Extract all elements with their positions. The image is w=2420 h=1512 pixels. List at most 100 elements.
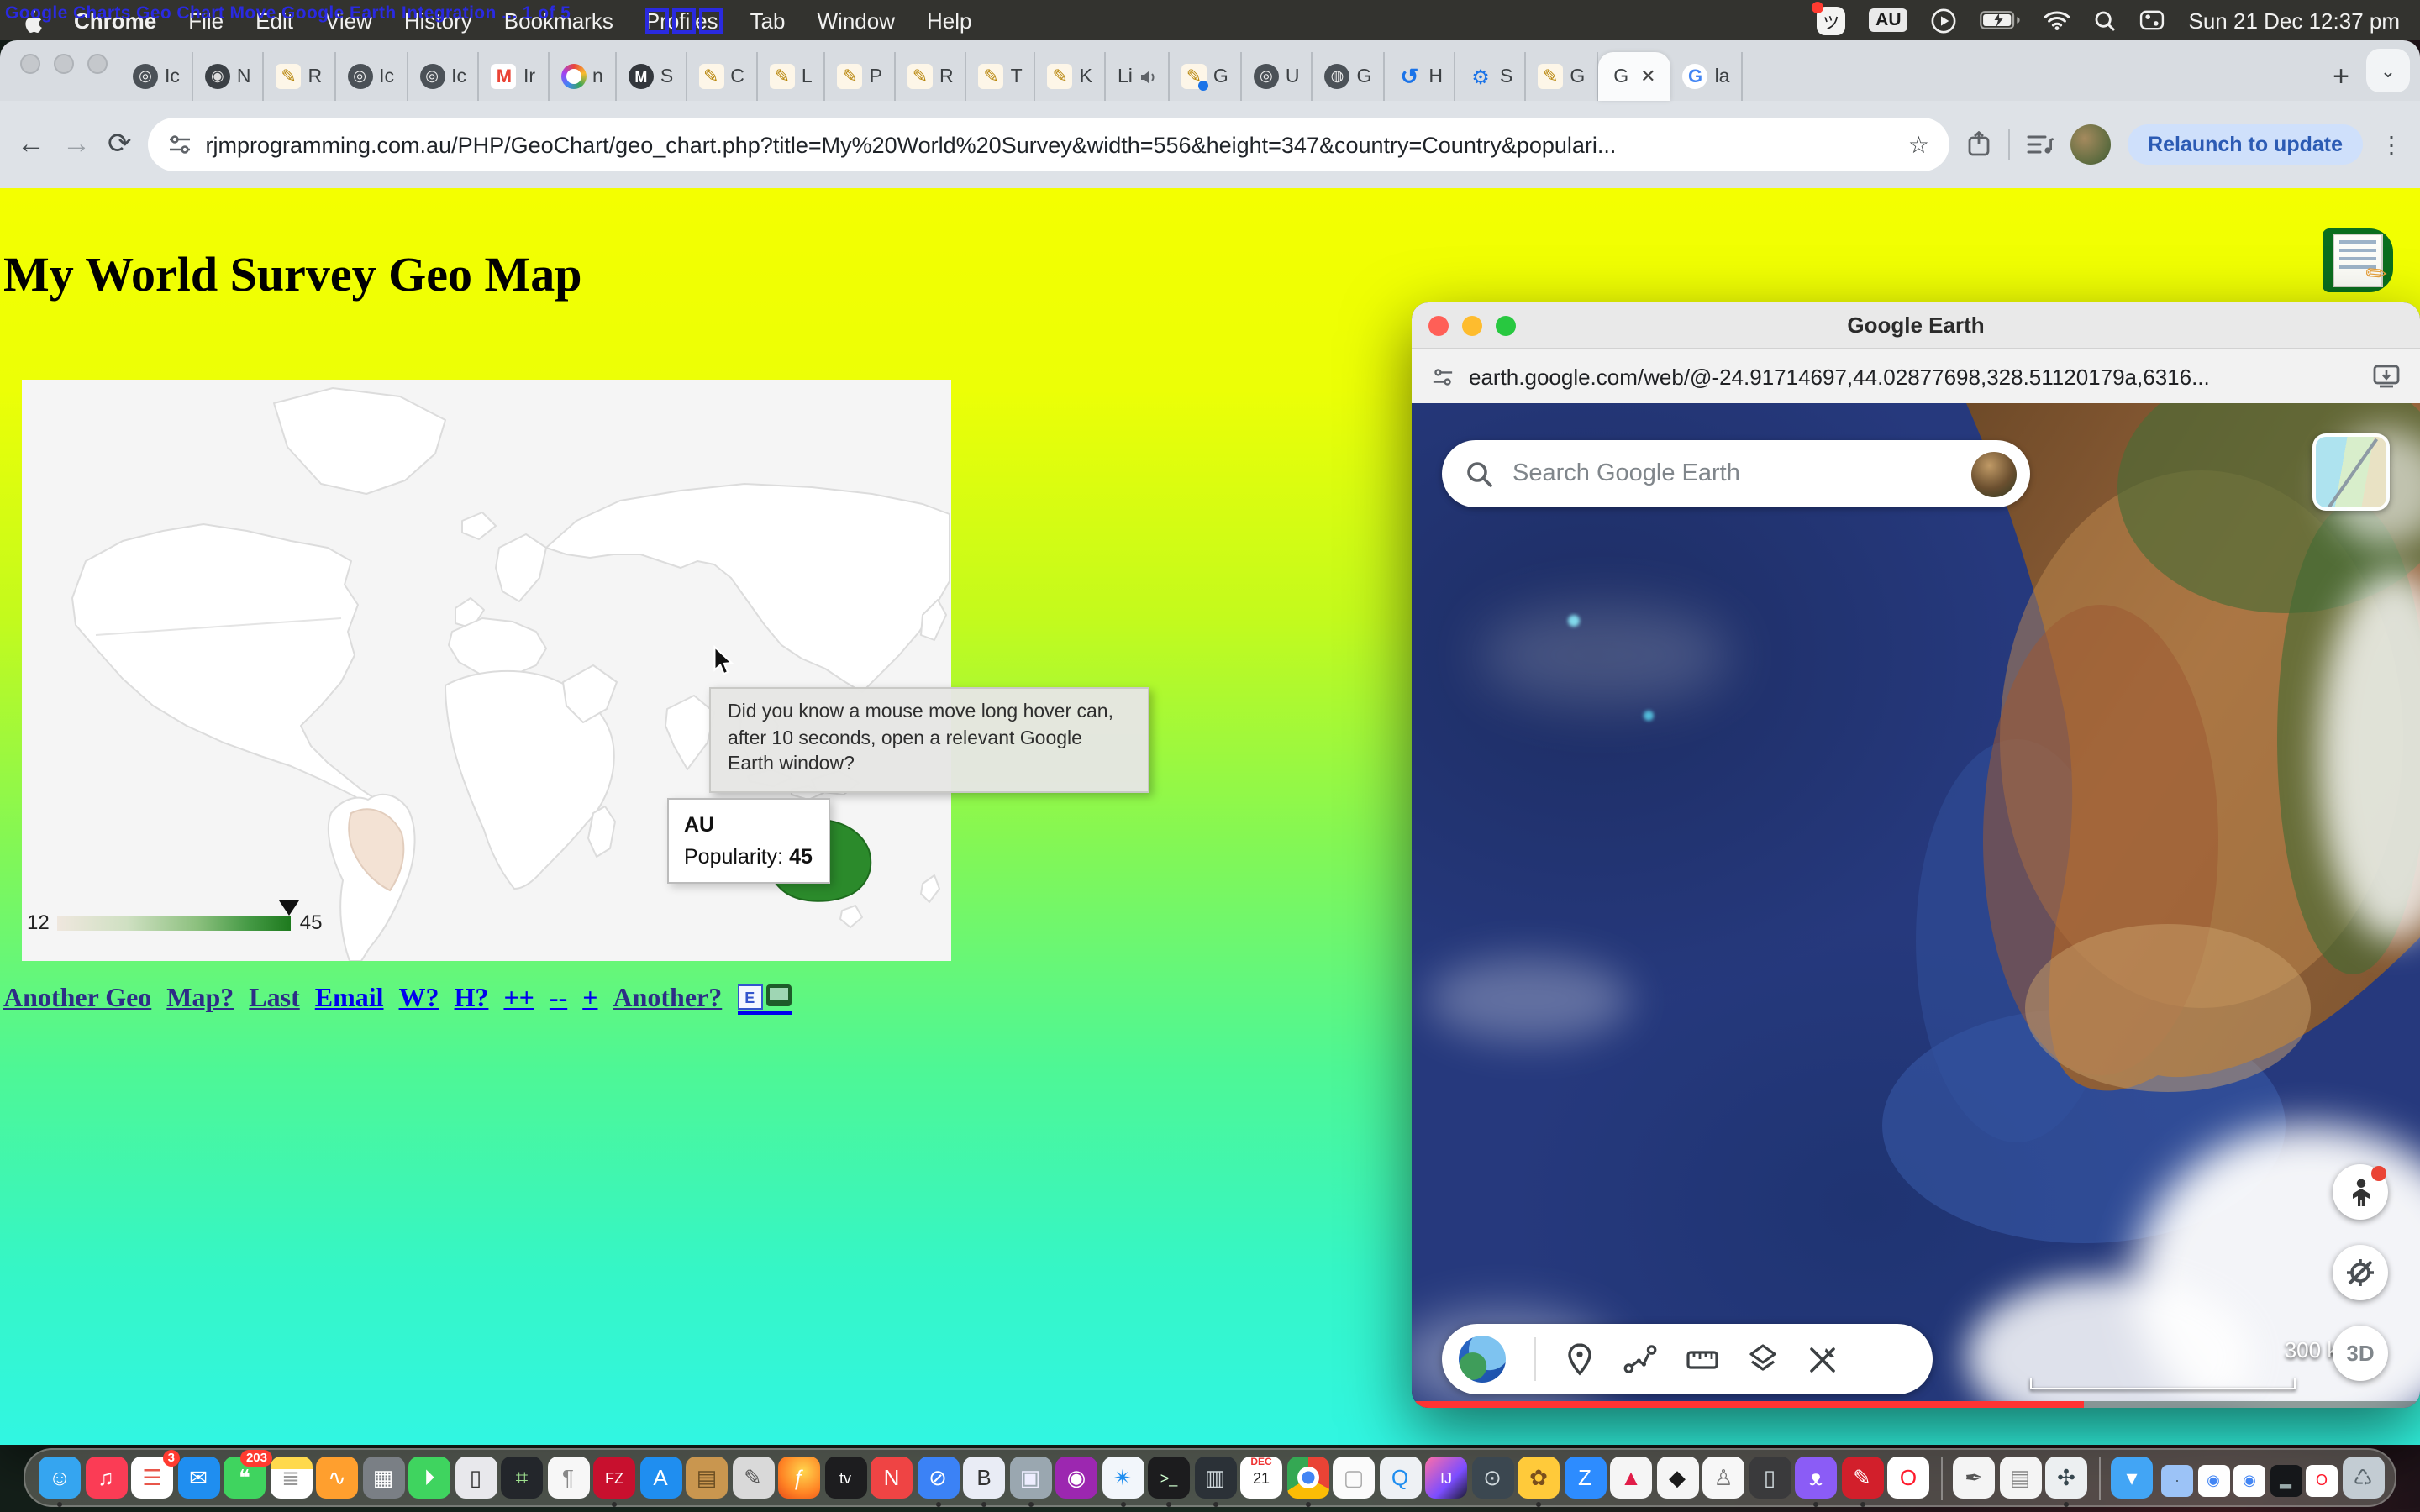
browser-tab-la[interactable]: Gla [1671,52,1744,101]
menu-item-help[interactable]: Help [927,8,972,33]
dock-icon-chrome-browser[interactable] [1286,1457,1328,1499]
back-button[interactable]: ← [17,128,45,161]
dock-icon-iphone-mirroring[interactable]: ▯ [455,1457,497,1499]
dock-icon-mail[interactable]: ✉ [177,1457,219,1499]
overview-minimap[interactable] [2312,433,2390,511]
browser-tab-g[interactable]: ✎G [1170,52,1242,101]
menubar-app-icon[interactable]: ツ [1817,6,1845,34]
organize-tabs-icon[interactable] [2027,133,2054,156]
tab-search-chevron-button[interactable]: ⌄ [2366,49,2410,92]
page-link-last[interactable]: Last [249,984,299,1015]
browser-tab-g[interactable]: ✎G [1526,52,1598,101]
browser-tab-u[interactable]: ◎U [1242,52,1313,101]
url-text[interactable]: earth.google.com/web/@-24.91714697,44.02… [1469,364,2358,389]
wifi-icon[interactable] [2044,10,2071,30]
legend-gradient-bar[interactable] [58,915,292,930]
page-link-h[interactable]: H? [455,984,489,1015]
dock-icon-messages[interactable]: ❝203 [224,1457,266,1499]
dock-icon-minimized-chrome-window-2[interactable]: ◉ [2233,1464,2265,1496]
layers-icon[interactable] [1748,1342,1778,1376]
measure-ruler-icon[interactable] [1686,1346,1719,1373]
dock-icon-iterm[interactable]: ▥ [1194,1457,1236,1499]
dock-icon-music[interactable]: ♫ [85,1457,127,1499]
browser-tab-li[interactable]: Li [1106,52,1170,101]
window-controls[interactable] [10,40,121,101]
site-settings-icon[interactable] [169,133,192,156]
dock-icon-app-store[interactable]: A [639,1457,681,1499]
dock-icon-white-sculpt-app[interactable]: ♙ [1702,1457,1744,1499]
dock-icon-facetime[interactable]: ⏵ [408,1457,450,1499]
page-link-map[interactable]: Map? [166,984,234,1015]
browser-tab-ic[interactable]: ◎Ic [121,52,193,101]
url-text[interactable]: rjmprogramming.com.au/PHP/GeoChart/geo_c… [206,132,1895,157]
menu-item-window[interactable]: Window [818,8,896,33]
pegman-street-view-button[interactable] [2333,1164,2388,1220]
browser-tab-t[interactable]: ✎T [967,52,1036,101]
google-earth-title-bar[interactable]: Google Earth [1412,302,2420,349]
page-link-[interactable]: -- [550,984,567,1015]
relaunch-to-update-button[interactable]: Relaunch to update [2128,124,2363,165]
account-avatar[interactable] [1971,451,2017,496]
dock-icon-system-utility-dark[interactable]: ⊙ [1471,1457,1513,1499]
dock-icon-blank-document[interactable]: ▢ [1333,1457,1375,1499]
dock-icon-iphone-device[interactable]: ▯ [1749,1457,1791,1499]
install-app-icon[interactable] [2373,365,2400,388]
dock-icon-minimized-chrome-window-1[interactable]: ◉ [2197,1464,2229,1496]
dock-icon-krita[interactable]: ✎ [1841,1457,1883,1499]
dock-icon-minimized-window-blue[interactable]: · [2161,1464,2193,1496]
tab-close-icon[interactable]: ✕ [1640,66,1655,87]
dock-icon-firefox[interactable]: ƒ [778,1457,820,1499]
dock-icon-apple-tv[interactable]: tv [824,1457,866,1499]
dock-icon-finder[interactable]: ☺ [39,1457,81,1499]
location-disabled-button[interactable] [2333,1245,2388,1300]
dock-icon-news[interactable]: N [871,1457,913,1499]
browser-tab-r[interactable]: ✎R [265,52,336,101]
page-link-w[interactable]: W? [399,984,439,1015]
browser-tab-g[interactable]: ◍G [1313,52,1385,101]
dock-icon-opera[interactable]: O [1887,1457,1929,1499]
browser-tab-p[interactable]: ✎P [826,52,896,101]
dock-icon-filezilla[interactable]: FZ [593,1457,635,1499]
dock-icon-panda-purple-app[interactable]: ᴥ [1795,1457,1837,1499]
page-link-anothergeo[interactable]: Another Geo [3,984,151,1015]
placemark-pin-icon[interactable] [1565,1342,1595,1376]
dock-icon-safari[interactable]: ✴ [1102,1457,1144,1499]
dock-icon-zoom[interactable]: Z [1564,1457,1606,1499]
browser-tab-n[interactable]: n [549,52,617,101]
dock-icon-ruled-document[interactable]: ▤ [1999,1457,2041,1499]
new-tab-button[interactable]: + [2316,60,2366,101]
dock-icon-intellij-idea[interactable]: IJ [1425,1457,1467,1499]
google-earth-logo-icon[interactable] [1459,1336,1506,1383]
dock-icon-reminders[interactable]: ☰3 [131,1457,173,1499]
draw-edit-icon[interactable] [1807,1343,1839,1375]
dock-icon-trash[interactable]: ♺ [2342,1457,2384,1499]
browser-tab-n[interactable]: ◉N [193,52,265,101]
page-link-icons[interactable]: E [737,984,791,1015]
dock-icon-screenshot-preview[interactable]: ▣ [1009,1457,1051,1499]
dock-icon-contacts[interactable]: ▤ [686,1457,728,1499]
browser-tab-ir[interactable]: MIr [480,52,549,101]
address-bar[interactable]: rjmprogramming.com.au/PHP/GeoChart/geo_c… [149,118,1950,171]
browser-tab-s[interactable]: MS [617,52,687,101]
path-route-icon[interactable] [1623,1344,1657,1374]
dock-icon-bbedit[interactable]: B [963,1457,1005,1499]
reload-button[interactable]: ⟳ [108,128,132,161]
search-input[interactable] [1509,459,1954,489]
dock-icon-calendar[interactable]: 21DEC [1240,1457,1282,1499]
browser-tab-k[interactable]: ✎K [1036,52,1106,101]
menu-item-tab[interactable]: Tab [750,8,786,33]
google-earth-map-view[interactable]: 300 km 3D [1412,403,2420,1408]
screenshot-share-icon[interactable] [1966,131,1991,158]
page-link-email[interactable]: Email [315,984,384,1015]
dock-icon-textedit[interactable]: ¶ [547,1457,589,1499]
input-source-badge[interactable]: AU [1869,8,1907,32]
now-playing-icon[interactable] [1932,8,1957,33]
browser-tab-l[interactable]: ✎L [758,52,826,101]
dock-icon-accessibility-app[interactable]: ✣ [2045,1457,2087,1499]
battery-icon[interactable] [1981,10,2021,30]
3d-view-button[interactable]: 3D [2333,1326,2388,1381]
browser-tab-s[interactable]: ⚙S [1456,52,1526,101]
browser-tab-c[interactable]: ✎C [687,52,758,101]
site-settings-icon[interactable] [1432,365,1454,387]
forward-button[interactable]: → [62,128,91,161]
